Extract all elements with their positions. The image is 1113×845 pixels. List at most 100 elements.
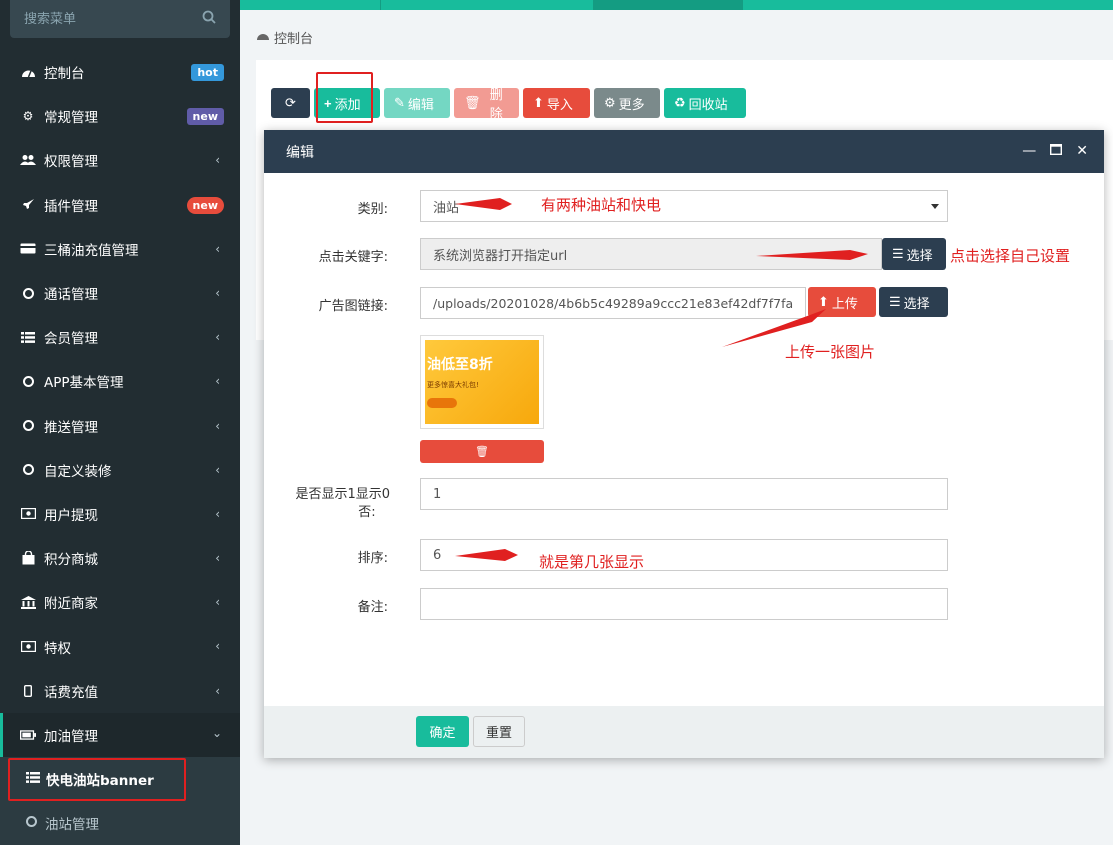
remark-input[interactable] — [420, 588, 948, 620]
dialog-title: 编辑 — [286, 144, 314, 161]
chevron-left-icon: ‹ — [215, 241, 220, 256]
shopping-bag-icon — [20, 550, 36, 566]
chevron-left-icon: ‹ — [215, 683, 220, 698]
sidebar-item-app[interactable]: APP基本管理 ‹ — [0, 359, 240, 403]
image-url-input[interactable]: /uploads/20201028/4b6b5c49289a9ccc21e83e… — [420, 287, 806, 319]
remove-image-button[interactable]: 🗑 — [420, 440, 544, 463]
annotation-keyword: 点击选择自己设置 — [950, 247, 1071, 265]
battery-icon — [20, 727, 36, 743]
delete-button[interactable]: 🗑 删除 — [454, 87, 519, 121]
reset-button[interactable]: 重置 — [473, 716, 525, 747]
trash-icon: 🗑 — [475, 446, 489, 458]
gear-icon: ⚙ — [604, 95, 616, 110]
sidebar-item-dashboard[interactable]: 控制台 hot — [0, 50, 240, 94]
circle-icon — [26, 815, 37, 831]
sidebar-item-decorate[interactable]: 自定义装修 ‹ — [0, 448, 240, 492]
sidebar-item-general[interactable]: ⚙ 常规管理 new — [0, 94, 240, 138]
image-label: 广告图链接: — [318, 299, 388, 314]
sidebar-item-permission[interactable]: 权限管理 ‹ — [0, 138, 240, 182]
upload-icon: ⬆ — [533, 95, 544, 110]
chevron-left-icon: ‹ — [215, 418, 220, 433]
credit-card-icon — [20, 241, 36, 257]
bank-icon — [20, 594, 36, 610]
trash-icon: 🗑 — [464, 95, 481, 110]
money-icon — [20, 506, 36, 522]
money-icon — [20, 639, 36, 655]
show-label: 是否显示1显示0 否: — [295, 487, 390, 520]
list-icon: ☰ — [892, 246, 904, 261]
chevron-left-icon: ‹ — [215, 462, 220, 477]
refresh-button[interactable]: ⟳ — [271, 88, 310, 118]
pencil-icon: ✎ — [394, 95, 405, 110]
sidebar-subitem-station[interactable]: 油站管理 — [0, 801, 240, 845]
chevron-left-icon: ‹ — [215, 595, 220, 610]
confirm-button[interactable]: 确定 — [416, 716, 469, 747]
refresh-icon: ⟳ — [285, 95, 296, 110]
banner-thumbnail: 油低至8折 更多惊喜大礼包! — [425, 340, 539, 424]
sidebar-item-privilege[interactable]: 特权 ‹ — [0, 624, 240, 668]
upload-button[interactable]: ⬆ 上传 — [808, 287, 876, 317]
circle-icon — [20, 285, 36, 301]
list-icon: ☰ — [889, 294, 901, 309]
sidebar-item-oil-recharge[interactable]: 三桶油充值管理 ‹ — [0, 227, 240, 271]
chevron-left-icon: ‹ — [215, 285, 220, 300]
chevron-left-icon: ‹ — [215, 639, 220, 654]
sidebar-menu: 控制台 hot ⚙ 常规管理 new 权限管理 ‹ 插件管理 new 三桶油充值… — [0, 50, 240, 845]
sidebar-item-phone-recharge[interactable]: 话费充值 ‹ — [0, 669, 240, 713]
highlight-box-add — [316, 72, 373, 123]
category-select[interactable]: 油站 — [420, 190, 948, 222]
chevron-down-icon: ⌄ — [211, 725, 222, 740]
group-icon — [20, 152, 36, 168]
dashboard-icon — [20, 64, 36, 80]
sidebar-item-call[interactable]: 通话管理 ‹ — [0, 271, 240, 315]
import-button[interactable]: ⬆ 导入 — [523, 88, 590, 118]
annotation-category: 有两种油站和快电 — [541, 196, 662, 214]
recycle-bin-button[interactable]: ♻ 回收站 — [664, 88, 746, 118]
circle-icon — [20, 462, 36, 478]
annotation-upload: 上传一张图片 — [785, 343, 876, 361]
search-input[interactable]: 搜索菜单 — [10, 0, 230, 38]
highlight-box-banner — [8, 758, 186, 801]
chevron-left-icon: ‹ — [215, 374, 220, 389]
dashboard-icon — [256, 30, 270, 45]
circle-icon — [20, 373, 36, 389]
keyword-label: 点击关键字: — [318, 250, 388, 265]
mobile-icon — [20, 683, 36, 699]
remark-label: 备注: — [357, 600, 388, 615]
search-icon — [202, 10, 216, 24]
chevron-left-icon: ‹ — [215, 153, 220, 168]
category-label: 类别: — [357, 202, 388, 217]
edit-dialog: 编辑 — ✕ 类别: 油站 点击关键字: 系统浏览器打开指定url ☰ 选择 广告… — [264, 130, 1104, 758]
sidebar: 搜索菜单 控制台 hot ⚙ 常规管理 new 权限管理 ‹ 插件管理 new … — [0, 0, 240, 845]
upload-icon: ⬆ — [818, 294, 829, 309]
image-preview[interactable]: 油低至8折 更多惊喜大礼包! — [420, 335, 544, 429]
image-select-button[interactable]: ☰ 选择 — [879, 287, 948, 317]
sidebar-item-refuel[interactable]: 加油管理 ⌄ — [0, 712, 240, 757]
list-icon — [20, 329, 36, 345]
chevron-left-icon: ‹ — [215, 330, 220, 345]
sort-label: 排序: — [357, 551, 388, 566]
recycle-icon: ♻ — [674, 95, 686, 110]
show-input[interactable]: 1 — [420, 478, 948, 510]
sidebar-item-nearby[interactable]: 附近商家 ‹ — [0, 580, 240, 624]
sidebar-item-member[interactable]: 会员管理 ‹ — [0, 315, 240, 359]
badge-hot: hot — [191, 64, 224, 81]
sidebar-item-withdraw[interactable]: 用户提现 ‹ — [0, 492, 240, 536]
close-icon[interactable]: ✕ — [1076, 143, 1088, 159]
sidebar-item-push[interactable]: 推送管理 ‹ — [0, 404, 240, 448]
keyword-input[interactable]: 系统浏览器打开指定url — [420, 238, 882, 270]
badge-new: new — [186, 196, 224, 214]
minimize-icon[interactable]: — — [1022, 143, 1036, 159]
sidebar-item-plugins[interactable]: 插件管理 new — [0, 183, 240, 227]
maximize-icon[interactable] — [1050, 143, 1063, 159]
chevron-left-icon: ‹ — [215, 551, 220, 566]
dialog-footer: 确定 重置 — [264, 706, 1104, 758]
keyword-select-button[interactable]: ☰ 选择 — [882, 238, 946, 270]
sort-input[interactable]: 6 — [420, 539, 948, 571]
sidebar-item-points-mall[interactable]: 积分商城 ‹ — [0, 536, 240, 580]
edit-button[interactable]: ✎ 编辑 — [384, 88, 450, 118]
circle-icon — [20, 418, 36, 434]
more-button[interactable]: ⚙ 更多 — [594, 88, 660, 118]
annotation-sort: 就是第几张显示 — [539, 553, 645, 571]
cogs-icon: ⚙ — [22, 109, 34, 124]
